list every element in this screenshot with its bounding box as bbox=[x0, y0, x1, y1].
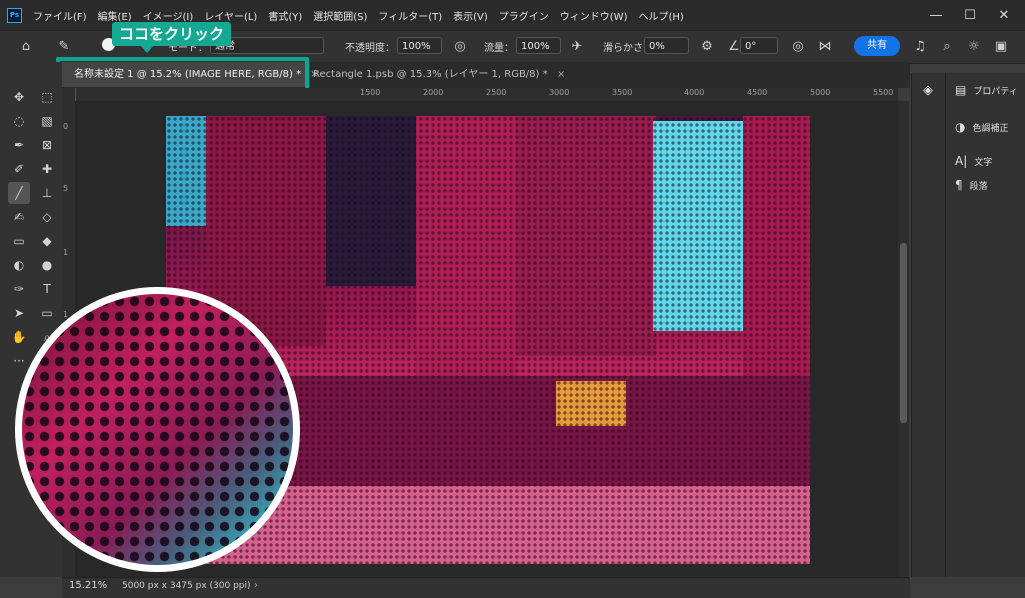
ruler-horizontal: 1500 2000 2500 3000 3500 4000 4500 5000 … bbox=[62, 88, 898, 102]
photoshop-logo-icon: Ps bbox=[7, 8, 22, 23]
menu-plugins[interactable]: プラグイン bbox=[499, 8, 549, 23]
workspace-icon[interactable]: ▣ bbox=[991, 36, 1011, 56]
lasso-tool-icon[interactable]: ◌ bbox=[8, 110, 30, 132]
symmetry-icon[interactable]: ⋈ bbox=[815, 36, 835, 56]
menu-layer[interactable]: レイヤー(L) bbox=[204, 8, 257, 23]
ruler-tick: 5500 bbox=[873, 88, 894, 97]
halftone-dots-zoomed bbox=[22, 294, 293, 565]
opacity-field[interactable]: 100% bbox=[397, 37, 442, 54]
search-icon[interactable]: ⌕ bbox=[937, 36, 957, 56]
discover-icon[interactable]: ☼ bbox=[964, 36, 984, 56]
angle-field[interactable]: 0° bbox=[740, 37, 778, 54]
stamp-tool-icon[interactable]: ⊥ bbox=[36, 182, 58, 204]
panel-adjustments[interactable]: ◑ 色調補正 bbox=[955, 117, 1009, 137]
frame-tool-icon[interactable]: ⊠ bbox=[36, 134, 58, 156]
ruler-tick: 4500 bbox=[747, 88, 768, 97]
ruler-tick: 5 bbox=[63, 184, 69, 193]
marquee-tool-icon[interactable]: ⬚ bbox=[36, 86, 58, 108]
history-brush-tool-icon[interactable]: ✍ bbox=[8, 206, 30, 228]
menu-type[interactable]: 書式(Y) bbox=[268, 8, 302, 23]
panel-character[interactable]: A| 文字 bbox=[955, 151, 992, 171]
properties-icon: ▤ bbox=[955, 83, 967, 97]
character-icon: A| bbox=[955, 154, 968, 168]
panel-label: 色調補正 bbox=[972, 123, 1009, 134]
brush-tool-icon[interactable]: ╱ bbox=[8, 182, 30, 204]
pressure-opacity-icon[interactable]: ◎ bbox=[450, 36, 470, 56]
blur-tool-icon[interactable]: ◆ bbox=[36, 230, 58, 252]
panel-label: 段落 bbox=[969, 181, 988, 192]
sponge-tool-icon[interactable]: ● bbox=[36, 254, 58, 276]
ruler-tick: 2500 bbox=[486, 88, 507, 97]
menu-filter[interactable]: フィルター(T) bbox=[378, 8, 442, 23]
move-tool-icon[interactable]: ✥ bbox=[8, 86, 30, 108]
close-button[interactable]: ✕ bbox=[988, 0, 1020, 30]
adjustments-icon: ◑ bbox=[955, 120, 966, 134]
eraser-tool-icon[interactable]: ◇ bbox=[36, 206, 58, 228]
menu-image[interactable]: イメージ(I) bbox=[143, 8, 194, 23]
zoom-detail bbox=[22, 294, 293, 565]
ruler-tick: 2000 bbox=[423, 88, 444, 97]
zoom-level[interactable]: 15.21% bbox=[69, 580, 107, 591]
tab-document-2[interactable]: Rectangle 1.psb @ 15.3% (レイヤー 1, RGB/8) … bbox=[313, 62, 565, 87]
panel-icon-strip bbox=[911, 73, 945, 577]
bell-icon[interactable]: ♫ bbox=[910, 36, 930, 56]
home-icon[interactable]: ⌂ bbox=[16, 36, 36, 56]
panel-label: プロパティ bbox=[973, 86, 1018, 97]
panel-properties[interactable]: ▤ プロパティ bbox=[955, 80, 1018, 100]
click-here-callout: ココをクリック bbox=[112, 22, 232, 46]
ruler-tick: 3000 bbox=[549, 88, 570, 97]
brush-preset-icon[interactable]: ✎ bbox=[54, 36, 74, 56]
share-button[interactable]: 共有 bbox=[854, 36, 900, 56]
document-info[interactable]: 5000 px x 3475 px (300 ppi) bbox=[122, 581, 251, 591]
menu-file[interactable]: ファイル(F) bbox=[33, 8, 87, 23]
flow-field[interactable]: 100% bbox=[516, 37, 561, 54]
ruler-tick: 3500 bbox=[612, 88, 633, 97]
ruler-tick: 5000 bbox=[810, 88, 831, 97]
layers-icon[interactable]: ◈ bbox=[918, 80, 938, 100]
menu-edit[interactable]: 編集(E) bbox=[98, 8, 132, 23]
airbrush-icon[interactable]: ✈ bbox=[567, 36, 587, 56]
minimize-button[interactable]: — bbox=[920, 0, 952, 30]
bandage-tool-icon[interactable]: ✚ bbox=[36, 158, 58, 180]
eyedropper-tool-icon[interactable]: ✒ bbox=[8, 134, 30, 156]
callout-arrow bbox=[140, 45, 154, 53]
menu-window[interactable]: ウィンドウ(W) bbox=[560, 8, 628, 23]
object-select-tool-icon[interactable]: ▧ bbox=[36, 110, 58, 132]
spot-heal-tool-icon[interactable]: ✐ bbox=[8, 158, 30, 180]
menu-select[interactable]: 選択範囲(S) bbox=[313, 8, 367, 23]
panel-paragraph[interactable]: ¶ 段落 bbox=[955, 175, 988, 195]
ruler-tick: 1 bbox=[63, 248, 69, 257]
panel-label: 文字 bbox=[974, 157, 993, 168]
gear-icon[interactable]: ⚙ bbox=[697, 36, 717, 56]
ruler-tick: 4000 bbox=[684, 88, 705, 97]
opacity-label: 不透明度： bbox=[345, 43, 395, 54]
dodge-tool-icon[interactable]: ◐ bbox=[8, 254, 30, 276]
paragraph-icon: ¶ bbox=[955, 178, 963, 192]
vertical-scroll-thumb[interactable] bbox=[900, 243, 907, 423]
tab-label: Rectangle 1.psb @ 15.3% (レイヤー 1, RGB/8) … bbox=[313, 69, 548, 80]
flow-label: 流量： bbox=[484, 43, 514, 54]
ruler-tick: 1500 bbox=[360, 88, 381, 97]
panel-column bbox=[945, 73, 1025, 577]
chevron-right-icon[interactable]: › bbox=[254, 580, 258, 591]
menu-help[interactable]: ヘルプ(H) bbox=[638, 8, 683, 23]
maximize-button[interactable]: ☐ bbox=[954, 0, 986, 30]
tab-close-icon[interactable]: × bbox=[557, 69, 565, 80]
menu-view[interactable]: 表示(V) bbox=[453, 8, 488, 23]
gradient-tool-icon[interactable]: ▭ bbox=[8, 230, 30, 252]
ruler-tick: 0 bbox=[63, 122, 69, 131]
pressure-size-icon[interactable]: ◎ bbox=[788, 36, 808, 56]
smoothing-field[interactable]: 0% bbox=[644, 37, 689, 54]
